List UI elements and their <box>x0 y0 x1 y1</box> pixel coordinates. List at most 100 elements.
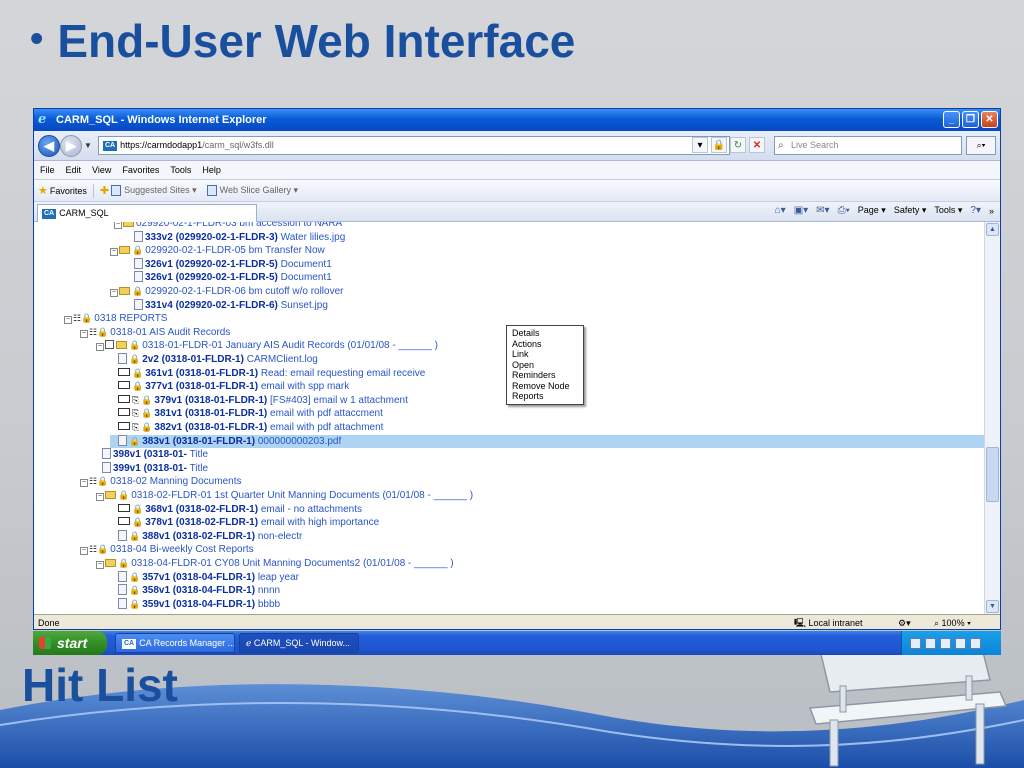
zoom-control[interactable]: ⌕ 100% ▾ <box>934 615 971 629</box>
tree-row[interactable]: − ☷🔒 0318 REPORTS <box>64 312 167 325</box>
email-icon <box>118 381 130 390</box>
scroll-down-icon[interactable]: ▼ <box>986 600 999 613</box>
protected-mode-icon[interactable]: ⚙▾ <box>898 615 911 629</box>
start-button[interactable]: start <box>33 631 107 655</box>
tree-row[interactable]: − 🔒 0318-04-FLDR-01 CY08 Unit Manning Docu… <box>96 557 454 570</box>
email-icon <box>118 367 130 376</box>
tray-monitor-icon[interactable] <box>955 637 966 649</box>
document-icon <box>102 461 111 473</box>
tree-row[interactable]: − 029920-02-1-FLDR-03 bm accession to NAR… <box>114 222 342 230</box>
tree-row[interactable]: 398v1 (0318-01- Title <box>102 448 208 461</box>
back-button[interactable]: ◀ <box>38 135 60 157</box>
tree-row[interactable]: − 🔒 0318-02-FLDR-01 1st Quarter Unit Manni… <box>96 489 473 502</box>
tray-network-icon[interactable] <box>925 637 936 649</box>
help-icon[interactable]: ?▾ <box>970 205 981 216</box>
context-menu-details[interactable]: Details <box>512 328 578 339</box>
stop-icon[interactable]: ✕ <box>749 137 765 153</box>
menu-help[interactable]: Help <box>202 165 221 175</box>
url-host: https://carmdodapp1 <box>120 140 203 150</box>
scroll-thumb[interactable] <box>986 447 999 502</box>
context-menu: Details Actions Link Open Reminders Remo… <box>506 325 584 405</box>
minimize-button[interactable]: _ <box>943 111 960 128</box>
email-icon <box>118 394 130 403</box>
url-dropdown-icon[interactable]: ▾ <box>692 137 708 153</box>
suggested-sites-link[interactable]: Suggested Sites ▾ <box>124 185 197 196</box>
tree-row[interactable]: − ☷🔒 0318-04 Bi-weekly Cost Reports <box>80 543 254 556</box>
tree-row[interactable]: 🔒 383v1 (0318-01-FLDR-1) 000000000203.pdf <box>110 434 986 448</box>
record-icon <box>118 570 127 582</box>
taskbar-item-records-manager[interactable]: CA CA Records Manager ... <box>115 633 235 653</box>
mail-icon[interactable]: ✉▾ <box>816 205 829 216</box>
row-code: 029920-02-1-FLDR-06 <box>145 286 246 297</box>
forward-button[interactable]: ▶ <box>60 135 82 157</box>
tree-row[interactable]: − 🔒 0318-01-FLDR-01 January AIS Audit Reco… <box>96 339 438 352</box>
context-menu-reminders[interactable]: Reminders <box>512 370 578 381</box>
tree-row[interactable]: 🔒 359v1 (0318-04-FLDR-1) bbbb <box>118 597 280 611</box>
vertical-scrollbar[interactable]: ▲ ▼ <box>984 222 1000 614</box>
tree-row[interactable]: 🔒 361v1 (0318-01-FLDR-1) Read: email requ… <box>118 367 425 380</box>
email-icon <box>118 408 130 417</box>
tray-volume-icon[interactable] <box>970 637 981 649</box>
context-menu-reports[interactable]: Reports <box>512 391 578 402</box>
menu-edit[interactable]: Edit <box>66 165 82 175</box>
close-button[interactable]: ✕ <box>981 111 998 128</box>
recent-pages-dropdown-icon[interactable]: ▼ <box>84 141 92 150</box>
lock-icon: 🔒 <box>129 585 141 596</box>
page-menu[interactable]: Page ▾ <box>858 205 886 216</box>
tree-row[interactable]: − 🔒 029920-02-1-FLDR-06 bm cutoff w/o roll… <box>110 285 343 298</box>
menu-file[interactable]: File <box>40 165 55 175</box>
collapse-icon: − <box>80 547 88 556</box>
tree-row[interactable]: 🔒 2v2 (0318-01-FLDR-1) CARMClient.log <box>118 353 318 366</box>
tree-row[interactable]: 326v1 (029920-02-1-FLDR-5) Document1 <box>134 271 332 284</box>
safety-menu[interactable]: Safety ▾ <box>894 205 927 216</box>
more-chevron-icon[interactable]: » <box>989 206 994 216</box>
tab-carm-sql[interactable]: CA CARM_SQL <box>37 204 257 222</box>
scroll-up-icon[interactable]: ▲ <box>986 223 999 236</box>
tree-row[interactable]: − 🔒 029920-02-1-FLDR-05 bm Transfer Now <box>110 244 325 257</box>
tree-row[interactable]: 🔒 377v1 (0318-01-FLDR-1) email with spp m… <box>118 380 349 393</box>
lock-icon[interactable]: 🔒 <box>711 137 727 153</box>
row-label: CARMClient.log <box>246 354 318 365</box>
restore-button[interactable]: ❐ <box>962 111 979 128</box>
tree-row[interactable]: ⎘ 🔒 381v1 (0318-01-FLDR-1) email with pdf … <box>118 407 383 420</box>
menu-view[interactable]: View <box>92 165 111 175</box>
context-menu-link[interactable]: Link <box>512 349 578 360</box>
refresh-icon[interactable]: ↻ <box>730 137 746 153</box>
collapse-icon: − <box>110 289 118 297</box>
feeds-icon[interactable]: ▣▾ <box>794 205 808 216</box>
favorites-button[interactable]: Favorites <box>50 186 87 196</box>
context-menu-actions[interactable]: Actions <box>512 339 578 350</box>
tree-row[interactable]: 333v2 (029920-02-1-FLDR-3) Water lilies.… <box>134 230 345 244</box>
tray-ie-icon[interactable] <box>940 637 951 649</box>
search-go-button[interactable]: ⌕▾ <box>966 136 996 155</box>
series-icon: ☷🔒 <box>73 313 93 324</box>
url-input[interactable]: CA https://carmdodapp1/carm_sql/w3fs.dll <box>98 136 730 155</box>
tray-help-icon[interactable] <box>910 637 921 649</box>
taskbar-item-carm-sql[interactable]: ℯ CARM_SQL - Window... <box>239 633 359 653</box>
print-icon[interactable]: ⎙▾ <box>838 205 850 216</box>
row-code: 398v1 (0318-01- <box>113 449 187 461</box>
tree-row[interactable]: 331v4 (029920-02-1-FLDR-6) Sunset.jpg <box>134 298 328 312</box>
tree-row[interactable]: 326v1 (029920-02-1-FLDR-5) Document1 <box>134 257 332 271</box>
tree-row[interactable]: ⎘ 🔒 382v1 (0318-01-FLDR-1) email with pdf … <box>118 421 383 434</box>
tree-row[interactable]: 🔒 358v1 (0318-04-FLDR-1) nnnn <box>118 584 280 597</box>
web-slice-gallery-link[interactable]: Web Slice Gallery ▾ <box>220 185 298 196</box>
menu-favorites[interactable]: Favorites <box>122 165 159 175</box>
collapse-icon: − <box>96 493 104 501</box>
search-input[interactable]: ⌕ Live Search <box>774 136 962 155</box>
tree-row[interactable]: 399v1 (0318-01- Title <box>102 461 208 475</box>
tree-row[interactable]: 🔒 388v1 (0318-02-FLDR-1) non-electr <box>118 529 302 543</box>
tree-row[interactable]: 🔒 357v1 (0318-04-FLDR-1) leap year <box>118 570 299 584</box>
tree-row[interactable]: ⎘ 🔒 379v1 (0318-01-FLDR-1) [FS#403] email … <box>118 394 408 407</box>
context-menu-remove-node[interactable]: Remove Node <box>512 381 578 392</box>
tree-row[interactable]: 🔒 378v1 (0318-02-FLDR-1) email with high … <box>118 516 379 529</box>
tree-row[interactable]: − ☷🔒 0318-01 AIS Audit Records <box>80 326 230 339</box>
context-menu-open[interactable]: Open <box>512 360 578 371</box>
tree-row[interactable]: 🔒 368v1 (0318-02-FLDR-1) email - no attac… <box>118 503 362 516</box>
add-favorite-icon[interactable]: ✚ <box>100 184 109 197</box>
tree-row[interactable]: − ☷🔒 0318-02 Manning Documents <box>80 475 241 488</box>
lock-icon: 🔒 <box>132 245 144 256</box>
tools-menu[interactable]: Tools ▾ <box>934 205 962 216</box>
home-icon[interactable]: ⌂▾ <box>775 205 786 216</box>
menu-tools[interactable]: Tools <box>170 165 191 175</box>
